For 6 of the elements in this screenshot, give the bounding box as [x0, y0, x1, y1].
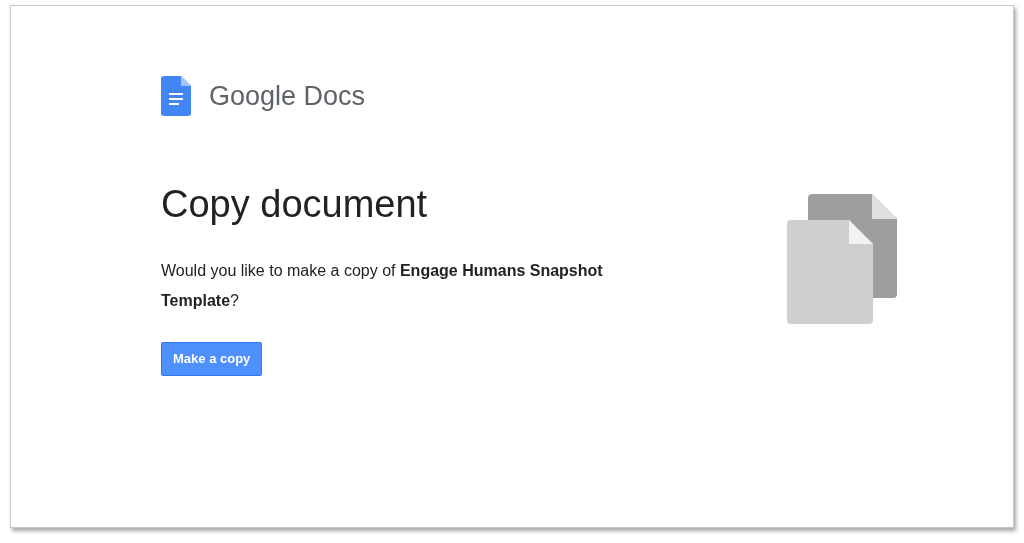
page-title: Copy document	[161, 181, 428, 227]
documents-icon	[787, 194, 897, 324]
make-copy-button[interactable]: Make a copy	[161, 342, 263, 376]
logo-text: Google Docs	[209, 80, 366, 113]
document-icon	[161, 76, 191, 117]
copy-message: Would you like to make a copy of Engage Humans Snapshot Template?	[161, 261, 604, 311]
